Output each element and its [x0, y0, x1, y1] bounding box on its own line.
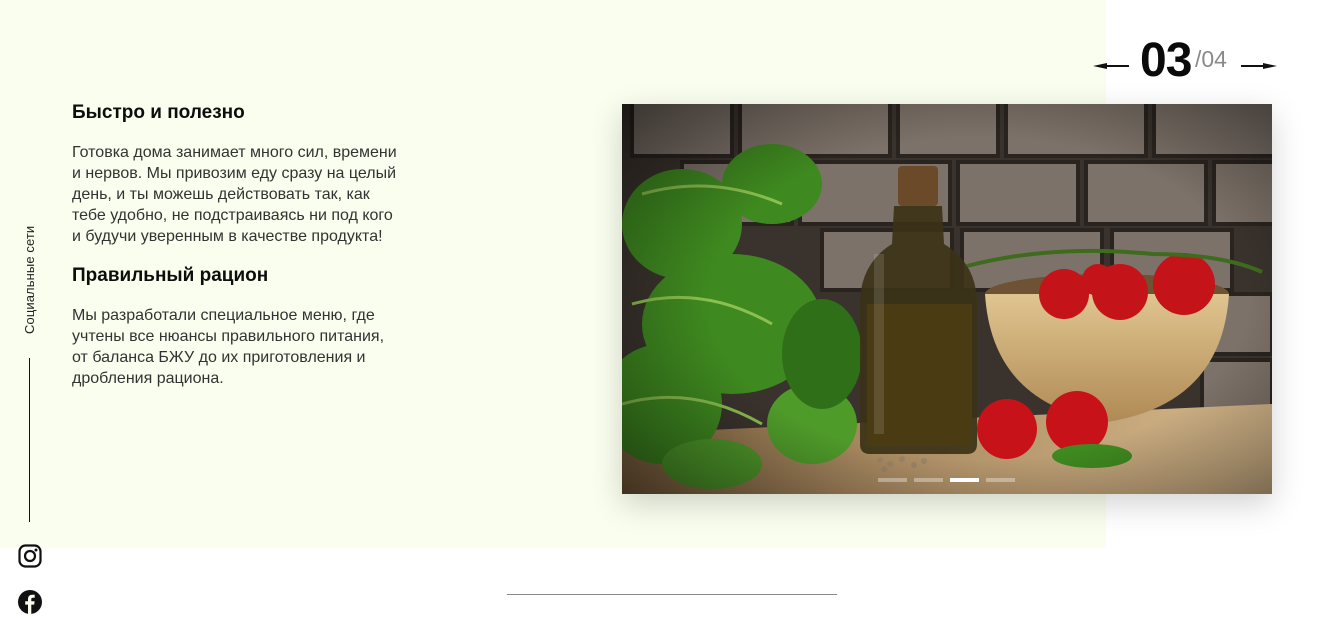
section-heading-fast: Быстро и полезно: [72, 102, 245, 123]
social-divider-line: [29, 358, 30, 522]
social-networks-label: Социальные сети: [22, 225, 37, 334]
features-text-column: Быстро и полезно Готовка дома занимает м…: [72, 100, 402, 405]
section-text-diet: Мы разработали специальное меню, где учт…: [72, 307, 385, 387]
image-slider[interactable]: [622, 104, 1272, 494]
facebook-icon[interactable]: [18, 590, 42, 614]
section-heading-diet: Правильный рацион: [72, 265, 269, 286]
slider-dot-1[interactable]: [878, 478, 907, 482]
current-slide-number: 03: [1140, 34, 1192, 87]
slide-counter: 03 /04: [1090, 34, 1290, 88]
bottom-divider-line: [507, 594, 837, 595]
food-photo-basil-oil-tomatoes: [622, 104, 1272, 494]
section-text-fast: Готовка дома занимает много сил, времени…: [72, 144, 397, 245]
next-slide-arrow-icon[interactable]: [1241, 59, 1277, 71]
slider-dot-3-active[interactable]: [950, 478, 979, 482]
total-slides-number: /04: [1195, 46, 1227, 72]
previous-slide-arrow-icon[interactable]: [1093, 59, 1129, 71]
instagram-icon[interactable]: [18, 544, 42, 568]
slider-dot-2[interactable]: [914, 478, 943, 482]
slider-dot-4[interactable]: [986, 478, 1015, 482]
